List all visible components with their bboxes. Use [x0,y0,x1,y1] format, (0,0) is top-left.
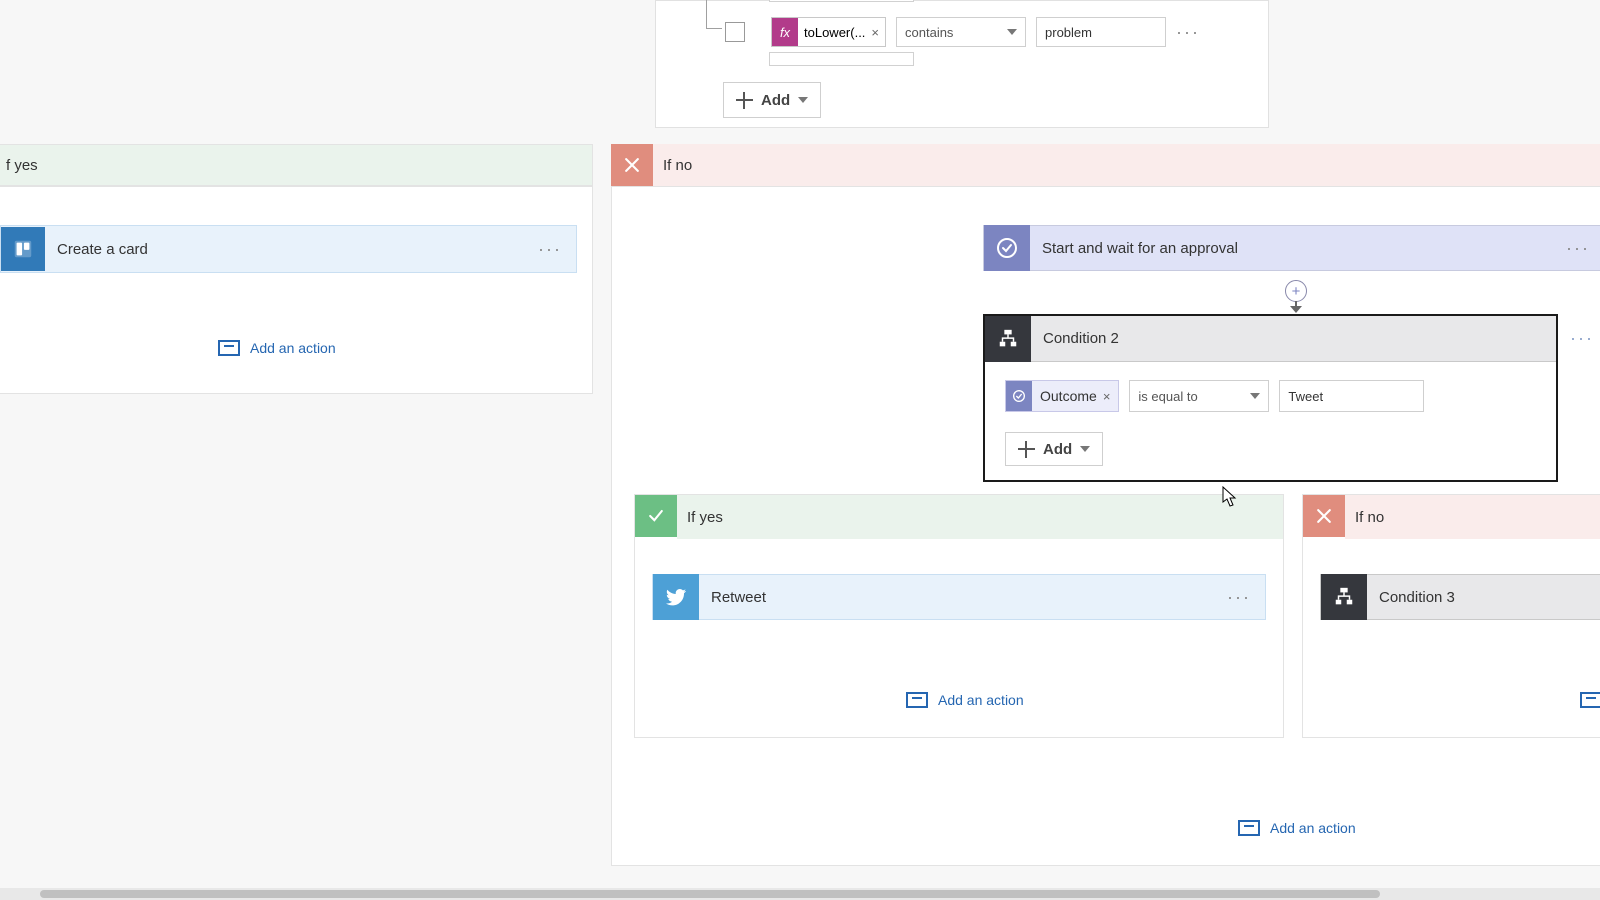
card-more-icon[interactable]: ··· [1566,238,1600,259]
retweet-action[interactable]: Retweet ··· [652,574,1266,620]
operator-label: contains [905,25,953,40]
add-action-label: Add an action [1270,820,1356,836]
value-text: Tweet [1288,389,1323,404]
remove-token-icon[interactable]: × [1103,389,1111,404]
add-action-link[interactable]: Add an action [218,340,336,356]
condition-3-title: Condition 3 [1367,589,1600,606]
insert-step-button[interactable]: + [1285,280,1307,302]
nested-if-no-label: If no [1355,509,1384,526]
card-more-icon[interactable]: ··· [1570,328,1594,349]
value-input[interactable]: Tweet [1279,380,1424,412]
expression-label: toLower(... [804,25,865,40]
condition-2-title: Condition 2 [1031,330,1556,347]
if-no-label: If no [663,157,692,174]
nested-if-yes-label: If yes [687,509,723,526]
operator-label: is equal to [1138,389,1197,404]
if-yes-label: f yes [6,157,38,174]
empty-condition-row-2 [769,52,914,66]
card-more-icon[interactable]: ··· [1227,587,1265,608]
remove-token-icon[interactable]: × [871,25,879,40]
condition-2-header[interactable]: Condition 2 [985,316,1556,362]
plus-icon [736,92,753,109]
horizontal-scrollbar[interactable] [0,888,1600,900]
add-action-icon [1238,820,1260,836]
chevron-down-icon [798,97,808,103]
approval-icon [984,225,1030,271]
add-condition-row-button[interactable]: Add [1005,432,1103,466]
condition-2-card[interactable]: Condition 2 Outcome × is equal to Tweet [983,314,1558,482]
add-action-icon [1580,692,1600,708]
outcome-label: Outcome [1040,388,1097,404]
add-condition-row-button[interactable]: Add [723,82,821,118]
group-bracket [706,0,722,29]
card-more-icon[interactable]: ··· [538,239,576,260]
add-action-label: Add an action [250,340,336,356]
nested-if-yes-header: If yes [635,495,1283,539]
condition-icon [1321,574,1367,620]
chevron-down-icon [1250,393,1260,399]
approval-title: Start and wait for an approval [1030,240,1566,257]
operator-select[interactable]: contains [896,17,1026,47]
condition-3-action[interactable]: Condition 3 [1320,574,1600,620]
if-yes-panel [0,186,593,394]
x-icon [611,144,653,186]
create-card-action[interactable]: Create a card ··· [0,225,577,273]
add-action-icon [218,340,240,356]
fx-icon: fx [772,18,798,46]
value-text: problem [1045,25,1092,40]
plus-icon [1018,441,1035,458]
add-action-link[interactable]: Add an action [906,692,1024,708]
if-yes-header: f yes [0,144,593,186]
retweet-title: Retweet [699,589,1227,606]
add-action-link[interactable]: Add an action [1238,820,1356,836]
chevron-down-icon [1080,446,1090,452]
expression-token[interactable]: fx toLower(... × [771,17,886,47]
if-no-header: If no [611,144,1600,186]
check-icon [635,495,677,537]
arrow-down-icon [1289,301,1303,315]
outcome-token[interactable]: Outcome × [1005,380,1119,412]
approval-small-icon [1006,381,1032,411]
add-action-label: Add an action [938,692,1024,708]
trello-icon [1,227,45,271]
add-action-link-partial[interactable] [1580,692,1600,708]
approval-action[interactable]: Start and wait for an approval ··· [983,225,1600,271]
twitter-icon [653,574,699,620]
add-label: Add [761,92,790,109]
scrollbar-thumb[interactable] [40,890,1380,898]
row-checkbox[interactable] [725,22,745,42]
row-more-icon[interactable]: ··· [1176,22,1200,43]
condition-icon [985,316,1031,362]
chevron-down-icon [1007,29,1017,35]
value-input[interactable]: problem [1036,17,1166,47]
x-icon [1303,495,1345,537]
flow-canvas[interactable]: fx toLower(... × contains problem ··· Ad… [0,0,1600,900]
empty-condition-row [769,0,914,2]
create-card-title: Create a card [45,241,538,258]
mouse-cursor-icon [1222,486,1238,508]
nested-if-no-header: If no [1303,495,1600,539]
add-label: Add [1043,441,1072,458]
add-action-icon [906,692,928,708]
operator-select[interactable]: is equal to [1129,380,1269,412]
